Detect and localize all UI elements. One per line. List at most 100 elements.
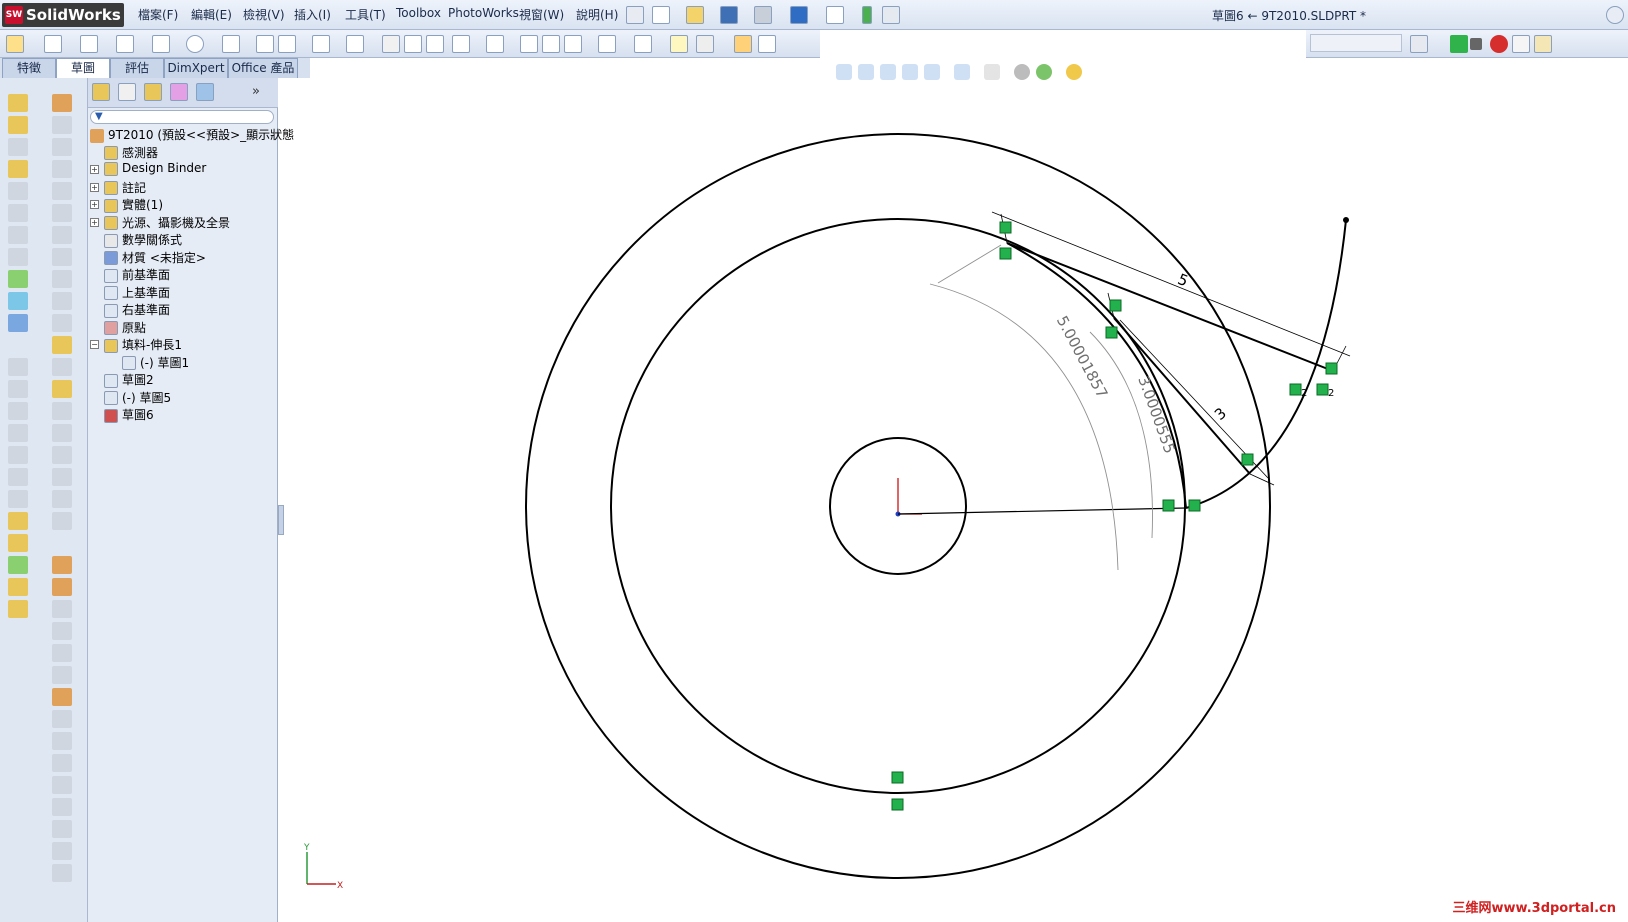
radial-line[interactable] <box>897 507 1187 515</box>
spline-icon[interactable] <box>278 35 296 53</box>
fillet-icon[interactable] <box>346 35 364 53</box>
menu-window[interactable]: 視窗(W) <box>519 6 564 23</box>
surface-replace-icon[interactable] <box>52 842 72 860</box>
view-top-icon[interactable] <box>8 446 28 464</box>
tree-item[interactable]: 實體(1) <box>104 196 163 213</box>
relation-marker[interactable] <box>1289 383 1302 396</box>
slot-icon[interactable] <box>152 35 170 53</box>
extrude-tool-icon[interactable] <box>8 138 28 156</box>
loft-tool-icon[interactable] <box>8 204 28 222</box>
tree-item[interactable]: 填料-伸長1 <box>104 336 182 353</box>
surface-cut-icon[interactable] <box>52 820 72 838</box>
menu-view[interactable]: 檢視(V) <box>243 6 285 23</box>
surface-offset-icon[interactable] <box>52 644 72 662</box>
menu-file[interactable]: 檔案(F) <box>138 6 178 23</box>
edit-macro-icon[interactable] <box>1534 35 1552 53</box>
surface-loft-icon[interactable] <box>52 622 72 640</box>
feature-rib-icon[interactable] <box>52 226 72 244</box>
feature-scale-icon[interactable] <box>52 402 72 420</box>
view-iso-icon[interactable] <box>8 490 28 508</box>
save-icon[interactable] <box>720 6 738 24</box>
ellipse-icon[interactable] <box>312 35 330 53</box>
point-icon[interactable] <box>426 35 444 53</box>
expand-toggle[interactable]: + <box>90 182 99 192</box>
menu-toolbox[interactable]: Toolbox <box>396 6 441 20</box>
relation-marker[interactable] <box>1325 362 1338 375</box>
menu-photoworks[interactable]: PhotoWorks <box>448 6 519 20</box>
view-front-icon[interactable] <box>8 358 28 376</box>
dimxpert-manager-tab-icon[interactable] <box>170 83 188 101</box>
feature-dome-icon[interactable] <box>52 358 72 376</box>
menu-insert[interactable]: 插入(I) <box>294 6 331 23</box>
feature-pattern-icon[interactable] <box>52 292 72 310</box>
tree-item[interactable]: 光源、攝影機及全景 <box>104 214 230 231</box>
feature-shell-icon[interactable] <box>52 248 72 266</box>
arc-dim-5-label[interactable]: 5.00001857 <box>1053 313 1111 402</box>
surface-extend-icon[interactable] <box>52 732 72 750</box>
config-icon[interactable] <box>1410 35 1428 53</box>
surface-knit-icon[interactable] <box>52 754 72 772</box>
hole-tool-icon[interactable] <box>8 248 28 266</box>
surface-fill-icon[interactable] <box>52 666 72 684</box>
feature-loft-icon[interactable] <box>52 160 72 178</box>
text-icon[interactable] <box>404 35 422 53</box>
surface-planar-icon[interactable] <box>52 688 72 706</box>
view-back-icon[interactable] <box>8 380 28 398</box>
expand-panel-icon[interactable]: » <box>252 84 260 99</box>
property-manager-tab-icon[interactable] <box>118 83 136 101</box>
circle-icon[interactable] <box>186 35 204 53</box>
sketch-edit-icon[interactable] <box>8 512 28 530</box>
3d-sketch-icon[interactable] <box>8 116 28 134</box>
trim-icon[interactable] <box>452 35 470 53</box>
sketch-icon[interactable] <box>6 35 24 53</box>
expand-toggle[interactable]: − <box>90 340 99 349</box>
menu-help[interactable]: 說明(H) <box>576 6 618 23</box>
tree-item[interactable]: 註記 <box>104 179 146 196</box>
relation-marker[interactable] <box>999 221 1012 234</box>
record-macro-icon[interactable] <box>1490 35 1508 53</box>
view-left-icon[interactable] <box>8 402 28 420</box>
feature-chamfer-icon[interactable] <box>52 204 72 222</box>
repair-sketch-icon[interactable] <box>670 35 688 53</box>
relation-marker[interactable] <box>1241 453 1254 466</box>
plane-sketch-icon[interactable] <box>382 35 400 53</box>
arc-endpoint[interactable] <box>1343 217 1349 223</box>
surface-trim-icon[interactable] <box>52 710 72 728</box>
tab-dimxpert[interactable]: DimXpert <box>164 58 228 78</box>
new-macro-icon[interactable] <box>1512 35 1530 53</box>
relation-marker[interactable] <box>1188 499 1201 512</box>
surface-delete-icon[interactable] <box>52 776 72 794</box>
instant-2d-icon[interactable] <box>758 35 776 53</box>
pin-icon[interactable] <box>626 6 644 24</box>
relation-marker[interactable] <box>1162 499 1175 512</box>
relation-marker[interactable] <box>891 798 904 811</box>
tree-item[interactable]: (-) 草圖5 <box>104 389 171 406</box>
expand-toggle[interactable]: + <box>90 200 99 209</box>
relation-marker[interactable] <box>891 771 904 784</box>
surface-thicken-icon[interactable] <box>52 798 72 816</box>
traffic-light-icon[interactable] <box>862 6 872 24</box>
expand-toggle[interactable]: + <box>90 165 99 174</box>
configuration-manager-tab-icon[interactable] <box>144 83 162 101</box>
run-macro-icon[interactable] <box>1450 35 1468 53</box>
cut-tool-icon[interactable] <box>8 226 28 244</box>
dim-5-label[interactable]: 5 <box>1175 270 1191 290</box>
line-icon[interactable] <box>80 35 98 53</box>
options-icon[interactable] <box>882 6 900 24</box>
display-manager-tab-icon[interactable] <box>196 83 214 101</box>
feature-mirror-icon[interactable] <box>52 314 72 332</box>
undo-icon[interactable] <box>790 6 808 24</box>
tab-features[interactable]: 特徵 <box>2 58 56 78</box>
tree-filter-input[interactable]: ▼ <box>90 110 274 124</box>
tree-item[interactable]: 數學關係式 <box>104 231 182 248</box>
relation-marker[interactable] <box>1109 299 1122 312</box>
tree-item[interactable]: (-) 草圖1 <box>122 354 189 371</box>
tree-item[interactable]: 右基準面 <box>104 301 170 318</box>
open-folder-icon[interactable] <box>686 6 704 24</box>
relation-marker[interactable] <box>1316 383 1329 396</box>
point-tool-icon[interactable] <box>8 270 28 288</box>
feature-extrude-icon[interactable] <box>52 94 72 112</box>
assembly-tool-icon[interactable] <box>8 578 28 596</box>
rapid-sketch-icon[interactable] <box>734 35 752 53</box>
feature-intersect-icon[interactable] <box>52 490 72 508</box>
